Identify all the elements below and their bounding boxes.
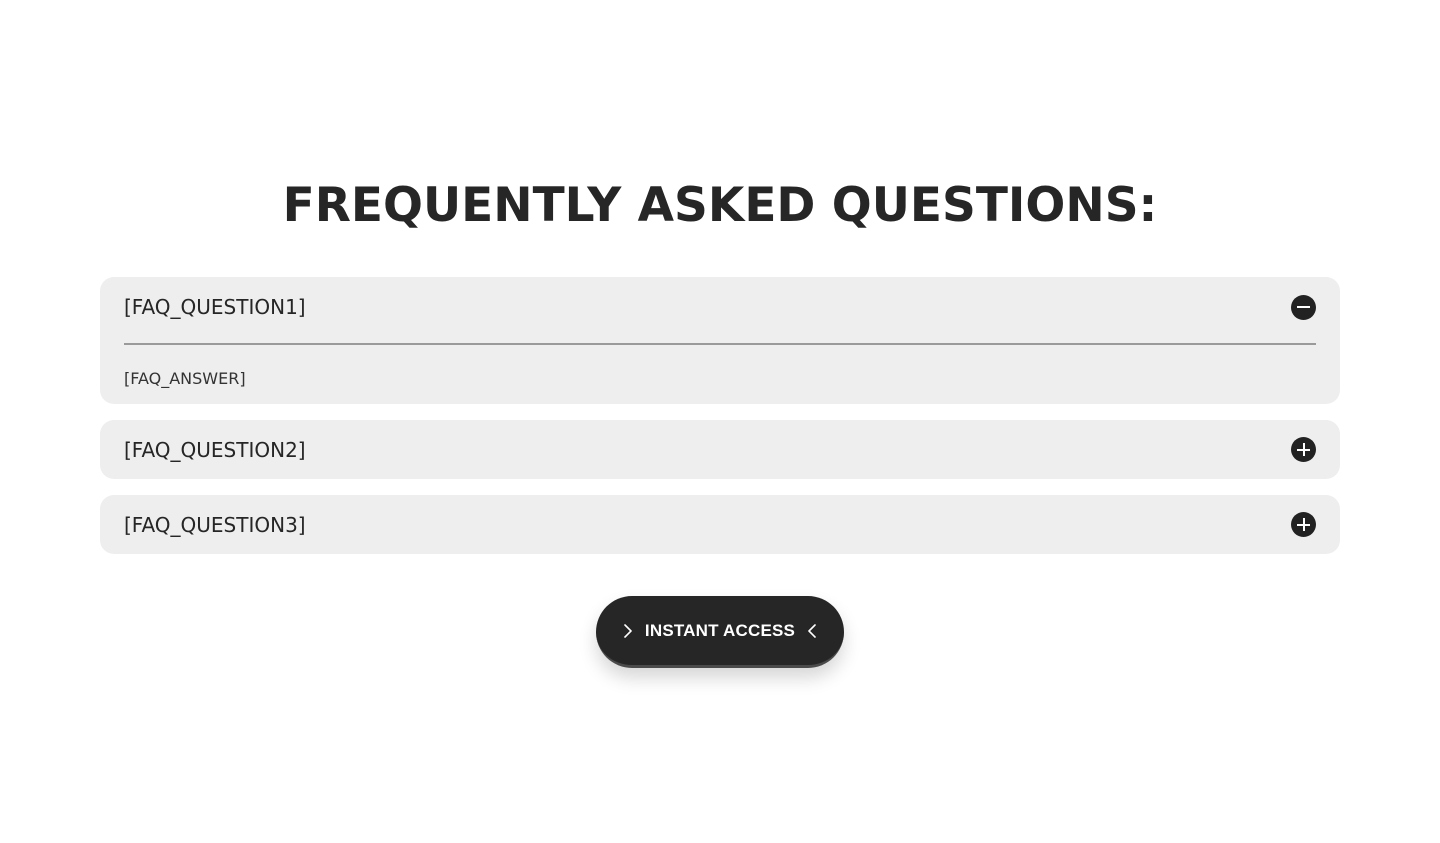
faq-item: [FAQ_QUESTION1] [FAQ_ANSWER] [100, 277, 1340, 404]
faq-title: FREQUENTLY ASKED QUESTIONS: [282, 178, 1158, 233]
faq-page: FREQUENTLY ASKED QUESTIONS: [FAQ_QUESTIO… [0, 0, 1440, 843]
faq-header-2[interactable]: [FAQ_QUESTION2] [124, 420, 1316, 479]
faq-item: [FAQ_QUESTION2] [100, 420, 1340, 479]
faq-question: [FAQ_QUESTION3] [124, 512, 306, 537]
faq-header-3[interactable]: [FAQ_QUESTION3] [124, 495, 1316, 554]
chevron-right-icon [624, 623, 632, 638]
faq-question: [FAQ_QUESTION2] [124, 437, 306, 462]
faq-answer: [FAQ_ANSWER] [124, 369, 246, 388]
plus-circle-icon[interactable] [1291, 512, 1316, 537]
faq-item: [FAQ_QUESTION3] [100, 495, 1340, 554]
faq-list: [FAQ_QUESTION1] [FAQ_ANSWER] [FAQ_QUESTI… [100, 277, 1340, 570]
plus-circle-icon[interactable] [1291, 437, 1316, 462]
faq-question: [FAQ_QUESTION1] [124, 295, 306, 319]
minus-circle-icon[interactable] [1291, 294, 1316, 320]
chevron-left-icon [808, 623, 816, 638]
instant-access-button[interactable]: INSTANT ACCESS [596, 596, 844, 668]
faq-header-1[interactable]: [FAQ_QUESTION1] [124, 277, 1316, 337]
instant-access-label: INSTANT ACCESS [644, 620, 796, 640]
